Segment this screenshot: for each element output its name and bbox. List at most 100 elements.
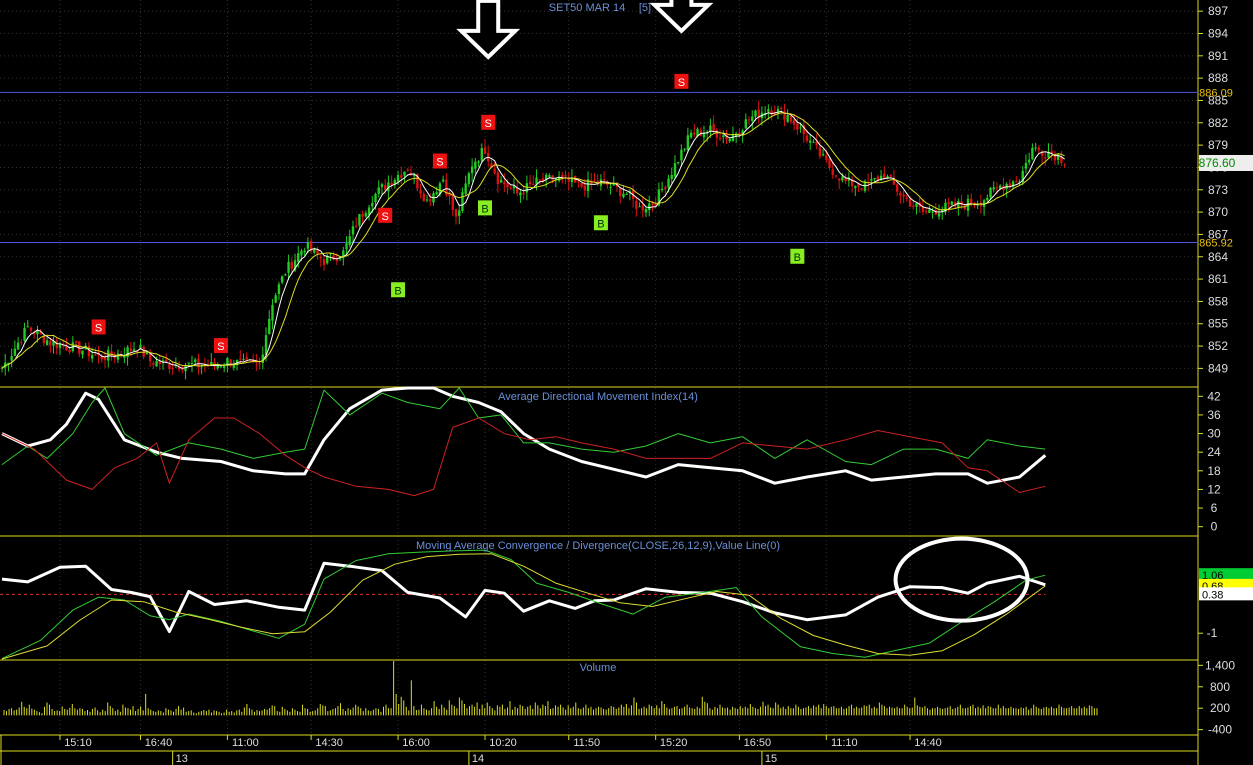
sell-signal-label: S xyxy=(217,341,224,353)
candle-body xyxy=(796,123,799,130)
candle-body xyxy=(744,119,748,129)
candle-body xyxy=(110,351,113,356)
candle-body xyxy=(258,363,261,365)
candle-body xyxy=(651,203,654,205)
candle-body xyxy=(477,161,480,163)
y-tick-label: 867 xyxy=(1208,227,1228,241)
candle-body xyxy=(989,187,992,198)
candle-body xyxy=(915,203,918,208)
candle-body xyxy=(1044,157,1047,159)
chart-title: SET50 MAR 14 xyxy=(549,2,625,14)
candle-body xyxy=(728,138,731,142)
candle-body xyxy=(1063,164,1066,166)
candle-body xyxy=(441,179,445,182)
candle-body xyxy=(873,178,876,180)
candle-body xyxy=(812,141,815,143)
candle-body xyxy=(239,358,242,360)
candle-body xyxy=(908,198,912,207)
candle-body xyxy=(297,253,300,262)
y-tick-label: 849 xyxy=(1208,361,1228,375)
candle-body xyxy=(451,194,454,210)
candle-body xyxy=(129,348,132,351)
adx-title: Average Directional Movement Index(14) xyxy=(498,391,698,403)
y-tick-label: 897 xyxy=(1208,4,1228,18)
candle-body xyxy=(87,345,91,357)
y-tick-label: 855 xyxy=(1208,317,1228,331)
y-tick-label: 888 xyxy=(1208,71,1228,85)
candle-body xyxy=(422,193,426,202)
candle-body xyxy=(303,250,306,253)
candle-body xyxy=(644,208,648,213)
candle-body xyxy=(538,179,541,181)
candle-body xyxy=(715,129,719,138)
candle-body xyxy=(912,205,915,207)
candle-body xyxy=(786,114,789,122)
candle-body xyxy=(528,181,532,185)
candle-body xyxy=(747,119,751,121)
candle-body xyxy=(1027,159,1031,163)
candle-body xyxy=(74,341,78,343)
candle-body xyxy=(635,200,638,209)
candle-body xyxy=(345,243,348,250)
candle-body xyxy=(899,192,902,196)
candle-body xyxy=(277,284,281,294)
candle-body xyxy=(625,193,628,195)
candle-body xyxy=(641,204,644,211)
candle-body xyxy=(602,179,606,181)
y-tick-label: 891 xyxy=(1208,49,1228,63)
day-label: 14 xyxy=(472,753,484,765)
candle-body xyxy=(809,140,812,143)
x-tick-label: 11:00 xyxy=(232,737,259,749)
candle-body xyxy=(171,367,174,369)
candle-body xyxy=(1024,162,1028,169)
candle-body xyxy=(506,182,509,188)
candle-body xyxy=(1034,147,1037,149)
candle-body xyxy=(493,168,496,174)
y-tick-label: 24 xyxy=(1207,445,1221,459)
candle-body xyxy=(792,119,796,125)
candle-body xyxy=(828,158,831,168)
candle-body xyxy=(271,304,274,321)
candle-body xyxy=(458,210,461,216)
candle-body xyxy=(284,274,287,276)
candle-body xyxy=(702,133,706,138)
candle-body xyxy=(931,211,934,213)
candle-body xyxy=(412,175,416,177)
y-tick-label: 861 xyxy=(1208,272,1228,286)
x-tick-label: 11:10 xyxy=(831,737,858,749)
candle-body xyxy=(583,185,587,191)
candle-body xyxy=(200,366,203,368)
candle-body xyxy=(103,357,107,361)
y-tick-label: -1 xyxy=(1207,626,1218,640)
candle-body xyxy=(1031,147,1034,160)
candle-body xyxy=(351,226,355,235)
candle-body xyxy=(789,116,793,122)
candle-body xyxy=(380,184,384,188)
candle-body xyxy=(400,175,403,178)
sell-signal-label: S xyxy=(436,156,443,168)
candle-body xyxy=(383,185,387,190)
y-tick-label: 885 xyxy=(1208,93,1228,107)
y-tick-label: 882 xyxy=(1208,116,1228,130)
candle-body xyxy=(905,197,909,199)
stock-chart[interactable]: SSSBSSBBSB 886.09865.9289789489188888588… xyxy=(0,0,1253,765)
candle-body xyxy=(499,179,503,183)
candle-body xyxy=(548,175,551,177)
last-price-label: 876.60 xyxy=(1199,156,1236,170)
y-tick-label: 1,400 xyxy=(1205,658,1235,672)
candle-body xyxy=(26,326,29,328)
y-tick-label: 864 xyxy=(1208,250,1228,264)
candle-body xyxy=(609,187,612,189)
y-tick-label: 852 xyxy=(1208,339,1228,353)
candle-body xyxy=(561,174,564,178)
candle-body xyxy=(902,194,905,197)
candle-body xyxy=(619,188,622,197)
candle-body xyxy=(709,125,712,132)
volume-title: Volume xyxy=(580,662,617,674)
candle-body xyxy=(512,186,516,189)
sell-signal-label: S xyxy=(95,322,102,334)
candle-body xyxy=(483,147,487,154)
candle-body xyxy=(509,187,512,189)
y-tick-label: 0 xyxy=(1211,520,1218,534)
candle-body xyxy=(454,209,458,217)
